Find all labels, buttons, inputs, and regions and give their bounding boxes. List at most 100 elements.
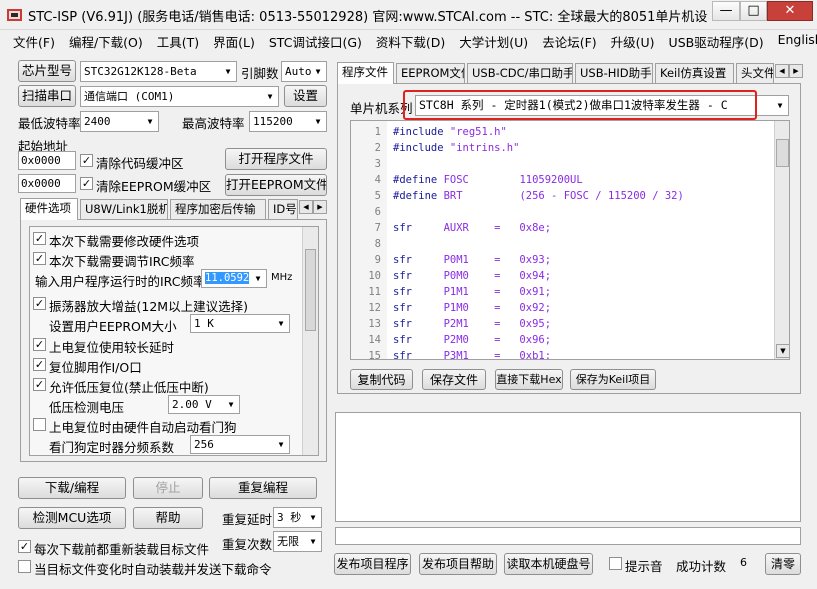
tab-eeprom-file[interactable]: EEPROM文件: [396, 63, 465, 83]
wdt-select[interactable]: 256 ▼: [190, 435, 290, 454]
settings-button[interactable]: 设置: [284, 85, 327, 107]
menu-program[interactable]: 编程/下载(O): [62, 30, 150, 52]
code-text: sfr P3M1 = 0xb1;: [393, 348, 552, 360]
opt2-checkbox[interactable]: ✓: [33, 252, 46, 265]
lvd-select[interactable]: 2.00 V ▼: [168, 395, 240, 414]
open-program-file-button[interactable]: 打开程序文件: [225, 148, 327, 170]
menu-forum[interactable]: 去论坛(F): [535, 30, 603, 52]
save-file-button[interactable]: 保存文件: [422, 369, 486, 390]
tab-u8w-offline[interactable]: U8W/Link1脱机: [80, 199, 168, 219]
code-rest: P1M1 = 0x91;: [411, 286, 552, 298]
addr1-input[interactable]: 0x0000: [18, 151, 76, 170]
tab-program-file[interactable]: 程序文件: [337, 62, 394, 84]
close-button[interactable]: ✕: [767, 1, 813, 21]
menu-university[interactable]: 大学计划(U): [452, 30, 535, 52]
chip-model-button[interactable]: 芯片型号: [18, 60, 76, 82]
reprogram-button[interactable]: 重复编程: [209, 477, 317, 499]
chip-model-select[interactable]: STC32G12K128-Beta ▼: [80, 61, 237, 82]
scrollbar-thumb[interactable]: [776, 139, 789, 167]
copy-code-button[interactable]: 复制代码: [350, 369, 413, 390]
menu-debug[interactable]: STC调试接口(G): [262, 30, 369, 52]
clear-code-checkbox[interactable]: ✓: [80, 154, 93, 167]
help-button[interactable]: 帮助: [133, 507, 203, 529]
chevron-down-icon: ▼: [315, 67, 321, 76]
maximize-button[interactable]: □: [740, 1, 767, 21]
line-number: 10: [368, 270, 381, 282]
tab-scroll-right-icon[interactable]: ▶: [313, 200, 327, 214]
pins-value: Auto: [285, 65, 312, 78]
opt5-checkbox[interactable]: ✓: [33, 358, 46, 371]
clear-eeprom-checkbox[interactable]: ✓: [80, 177, 93, 190]
scan-port-button[interactable]: 扫描串口: [18, 85, 76, 107]
menu-file[interactable]: 文件(F): [6, 30, 62, 52]
code-text: #define FOSC 11059200UL: [393, 172, 583, 188]
minimize-button[interactable]: —: [712, 1, 740, 21]
code-text: sfr P2M0 = 0x96;: [393, 332, 551, 348]
max-baud-select[interactable]: 115200 ▼: [249, 111, 327, 132]
port-select[interactable]: 通信端口 (COM1) ▼: [80, 86, 279, 107]
opt3-checkbox[interactable]: ✓: [33, 297, 46, 310]
menu-upgrade[interactable]: 升级(U): [604, 30, 662, 52]
tab-usb-hid[interactable]: USB-HID助手: [575, 63, 653, 83]
code-text: sfr P1M1 = 0x91;: [393, 284, 551, 300]
save-keil-project-button[interactable]: 保存为Keil项目: [570, 369, 656, 390]
tab-scroll-left-icon[interactable]: ◀: [299, 200, 313, 214]
code-rest: FOSC 11059200UL: [437, 174, 583, 186]
opt1-checkbox[interactable]: ✓: [33, 232, 46, 245]
menu-english[interactable]: English: [771, 30, 817, 52]
port-value: 通信端口 (COM1): [84, 90, 175, 103]
menu-usb-driver[interactable]: USB驱动程序(D): [662, 30, 771, 52]
scroll-down-icon[interactable]: ▼: [776, 344, 789, 358]
code-scrollbar[interactable]: ▼: [774, 121, 789, 359]
output-log[interactable]: [335, 412, 801, 522]
code-keyword: #include: [393, 126, 444, 138]
tab-id[interactable]: ID号: [268, 199, 298, 219]
menu-interface[interactable]: 界面(L): [206, 30, 262, 52]
reload-each-checkbox[interactable]: ✓: [18, 540, 31, 553]
publish-help-button[interactable]: 发布项目帮助: [419, 553, 497, 575]
download-program-button[interactable]: 下载/编程: [18, 477, 126, 499]
options-scrollbar[interactable]: [302, 227, 318, 455]
min-baud-select[interactable]: 2400 ▼: [80, 111, 159, 132]
code-keyword: sfr: [393, 222, 412, 234]
tab-keil-sim[interactable]: Keil仿真设置: [655, 63, 734, 83]
opt4-checkbox[interactable]: ✓: [33, 338, 46, 351]
tab-encrypt[interactable]: 程序加密后传输: [170, 199, 266, 219]
auto-send-checkbox[interactable]: [18, 560, 31, 573]
open-eeprom-file-button[interactable]: 打开EEPROM文件: [225, 174, 327, 196]
code-keyword: sfr: [393, 254, 412, 266]
tab-hardware-options[interactable]: 硬件选项: [20, 198, 78, 220]
tab-scroll-left-icon[interactable]: ◀: [775, 64, 789, 78]
read-disk-id-button[interactable]: 读取本机硬盘号: [504, 553, 593, 575]
pins-select[interactable]: Auto ▼: [281, 61, 327, 82]
chevron-down-icon: ▼: [315, 117, 321, 126]
addr2-input[interactable]: 0x0000: [18, 174, 76, 193]
repeat-count-select[interactable]: 无限 ▼: [273, 531, 322, 552]
opt6-checkbox[interactable]: ✓: [33, 378, 46, 391]
code-editor[interactable]: 1 #include "reg51.h" 2 #include "intrins.h"…: [350, 120, 790, 360]
menu-docs[interactable]: 资料下载(D): [369, 30, 452, 52]
scrollbar-thumb[interactable]: [305, 249, 316, 331]
repeat-delay-select[interactable]: 3 秒 ▼: [273, 507, 322, 528]
stop-button[interactable]: 停止: [133, 477, 203, 499]
line-number: 7: [374, 222, 381, 234]
opt2-label: 本次下载需要调节IRC频率: [49, 254, 195, 269]
publish-project-button[interactable]: 发布项目程序: [334, 553, 411, 575]
direct-download-hex-button[interactable]: 直接下载Hex: [495, 369, 563, 390]
tab-scroll-right-icon[interactable]: ▶: [789, 64, 803, 78]
eeprom-size-select[interactable]: 1 K ▼: [190, 314, 290, 333]
code-line: 2 #include "intrins.h": [351, 140, 771, 156]
check-mcu-button[interactable]: 检测MCU选项: [18, 507, 126, 529]
code-rest: P3M1 = 0xb1;: [411, 350, 552, 360]
tab-usb-cdc[interactable]: USB-CDC/串口助手: [467, 63, 573, 83]
sound-checkbox[interactable]: [609, 557, 622, 570]
irc-frequency-select[interactable]: 11.0592 ▼: [201, 269, 267, 288]
code-text: sfr P2M1 = 0x95;: [393, 316, 551, 332]
opt7-checkbox[interactable]: [33, 418, 46, 431]
menu-tools[interactable]: 工具(T): [150, 30, 206, 52]
code-keyword: sfr: [393, 270, 412, 282]
tab-header-file[interactable]: 头文件: [736, 63, 774, 83]
clear-count-button[interactable]: 清零: [765, 553, 801, 575]
hardware-options-panel: ✓ 本次下载需要修改硬件选项 ✓ 本次下载需要调节IRC频率 输入用户程序运行时…: [20, 219, 327, 462]
code-text: #include "intrins.h": [393, 140, 519, 156]
